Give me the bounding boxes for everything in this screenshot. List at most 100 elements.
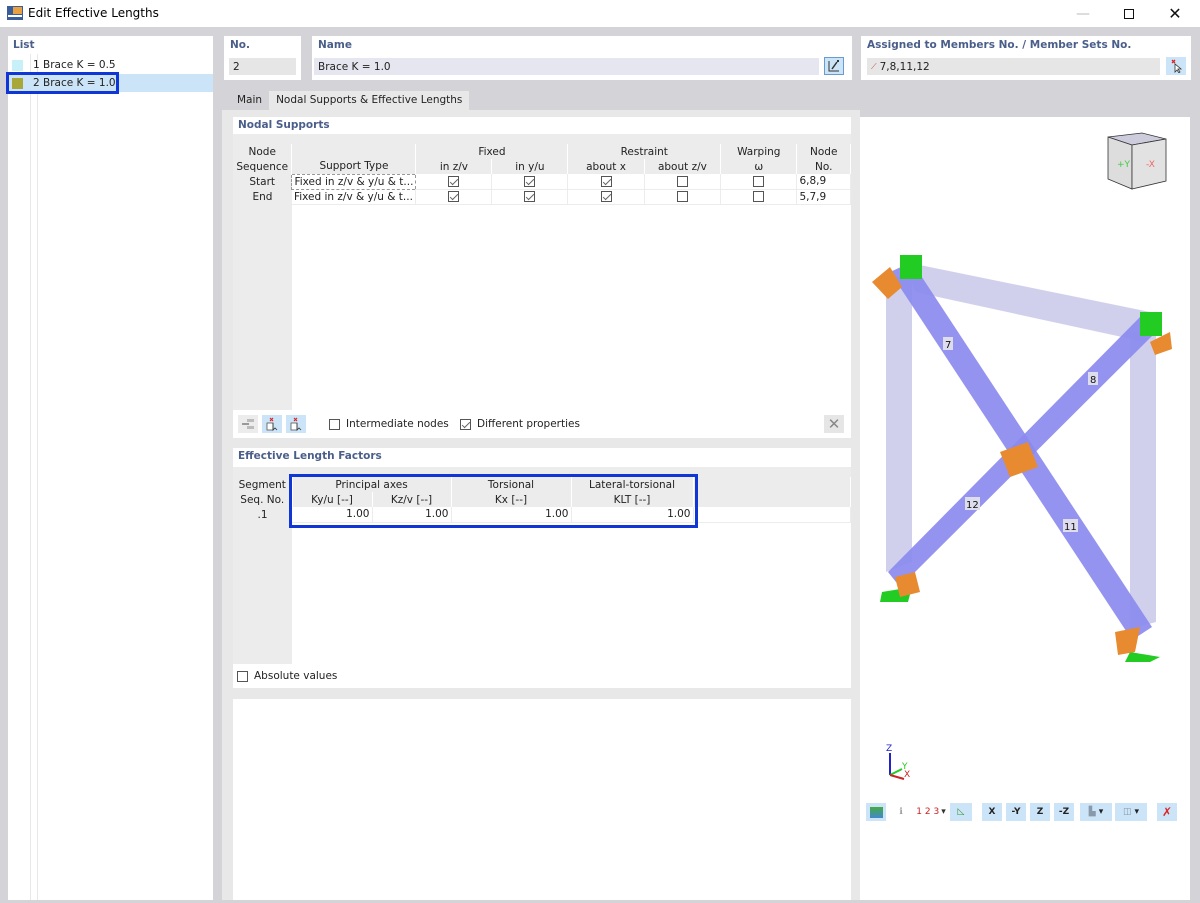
close-button[interactable]: ✕ xyxy=(1152,0,1198,27)
col-header-k-yu: Ky/u [--] xyxy=(292,492,373,507)
checkbox[interactable] xyxy=(448,191,460,202)
pick-node-button[interactable] xyxy=(262,415,282,433)
tab-bar: Main Nodal Supports & Effective Lengths xyxy=(230,91,470,110)
display-settings-button[interactable] xyxy=(866,803,886,821)
about-x-cell[interactable] xyxy=(567,174,645,190)
col-header-empty xyxy=(693,477,851,492)
different-properties-checkbox[interactable]: Different properties xyxy=(460,418,580,430)
list-item[interactable]: 2 Brace K = 1.0 xyxy=(8,74,213,92)
edit-name-button[interactable] xyxy=(824,57,844,75)
checkbox[interactable] xyxy=(524,175,536,187)
in-yu-cell[interactable] xyxy=(491,174,569,190)
checkbox[interactable] xyxy=(676,175,688,187)
list-item[interactable]: 1 Brace K = 0.5 xyxy=(8,56,213,74)
view-z-button[interactable]: Z xyxy=(1030,803,1050,821)
no-field[interactable]: 2 xyxy=(229,58,296,75)
name-field[interactable]: Brace K = 1.0 xyxy=(314,58,819,75)
support-icon xyxy=(1115,627,1140,655)
in-yu-cell[interactable] xyxy=(491,189,569,205)
maximize-icon xyxy=(1124,8,1134,19)
model-canvas[interactable]: +Y -X 7 8 11 12 Z Y X xyxy=(860,117,1190,900)
view-neg-y-button[interactable]: -Y xyxy=(1006,803,1026,821)
omega-cell[interactable] xyxy=(720,174,798,190)
support-icon xyxy=(1125,652,1160,662)
maximize-button[interactable] xyxy=(1106,0,1152,27)
wireframe-button[interactable]: ◫ ▾ xyxy=(1115,803,1147,821)
about-x-cell[interactable] xyxy=(567,189,645,205)
assigned-members-value: 7,8,11,12 xyxy=(879,60,930,73)
omega-cell[interactable] xyxy=(720,189,798,205)
comment-panel xyxy=(233,699,851,900)
col-header-k-zv: Kz/v [--] xyxy=(372,492,452,507)
col-header-node-no: No. xyxy=(796,159,851,174)
intermediate-nodes-checkbox[interactable]: Intermediate nodes xyxy=(329,418,449,430)
nodes-cell[interactable]: 5,7,9 xyxy=(796,189,851,205)
nodal-supports-table: Node Fixed Restraint Warping Node Sequen… xyxy=(233,144,851,205)
render-mode-button[interactable]: ▙ ▾ xyxy=(1080,803,1112,821)
checkbox[interactable] xyxy=(600,175,612,187)
checkbox[interactable] xyxy=(524,191,536,202)
member-label-8: 8 xyxy=(1090,375,1096,386)
col-header-empty xyxy=(291,144,417,159)
insert-row-button[interactable] xyxy=(238,415,258,433)
checkbox[interactable] xyxy=(676,191,688,202)
reset-zoom-button[interactable]: ✗ xyxy=(1157,803,1177,821)
checkbox[interactable] xyxy=(237,670,248,682)
assigned-field-group: Assigned to Members No. / Member Sets No… xyxy=(861,36,1191,80)
checkbox[interactable] xyxy=(448,175,460,187)
about-zv-cell[interactable] xyxy=(644,174,722,190)
checkbox[interactable] xyxy=(600,191,612,202)
info-button[interactable]: ℹ xyxy=(891,803,911,821)
empty-cell xyxy=(693,507,851,523)
col-header: Node xyxy=(233,144,293,159)
select-members-button[interactable] xyxy=(1166,57,1186,75)
view-neg-y-icon: -Y xyxy=(1011,807,1021,817)
display-settings-icon xyxy=(869,806,883,818)
in-zv-cell[interactable] xyxy=(415,174,493,190)
cube-label-front: +Y xyxy=(1117,160,1131,170)
numbering-icon: 1 2 3 xyxy=(916,807,940,817)
view-x-button[interactable]: X xyxy=(982,803,1002,821)
group-header-torsional: Torsional xyxy=(451,477,572,492)
minimize-button[interactable]: — xyxy=(1060,0,1106,27)
numbering-button[interactable]: 1 2 3 ▾ xyxy=(915,803,947,821)
group-header-node: Node xyxy=(796,144,851,159)
pick-node-2-button[interactable] xyxy=(286,415,306,433)
close-icon: ✕ xyxy=(1168,4,1182,23)
in-zv-cell[interactable] xyxy=(415,189,493,205)
checkbox[interactable] xyxy=(460,418,471,430)
frame-column-right xyxy=(1130,327,1156,629)
tab-main[interactable]: Main xyxy=(230,91,269,110)
delete-button[interactable]: ✕ xyxy=(824,415,844,433)
minimize-icon: — xyxy=(1076,5,1090,22)
view-cube[interactable]: +Y -X xyxy=(1107,132,1167,190)
no-label: No. xyxy=(230,39,250,51)
nodes-cell[interactable]: 6,8,9 xyxy=(796,174,851,190)
view-neg-z-icon: -Z xyxy=(1058,807,1070,817)
about-zv-cell[interactable] xyxy=(644,189,722,205)
3d-view[interactable]: +Y -X 7 8 11 12 Z Y X xyxy=(860,117,1190,900)
tab-nodal-supports[interactable]: Nodal Supports & Effective Lengths xyxy=(269,91,470,110)
view-visibility-button[interactable]: ◺ xyxy=(950,803,972,821)
col-header: Seq. No. xyxy=(233,492,293,507)
k-zv-cell[interactable]: 1.00 xyxy=(372,507,452,523)
support-type-cell[interactable]: Fixed in z/v & y/u & t... xyxy=(291,173,417,190)
header-strip xyxy=(233,134,851,144)
pick-node-icon xyxy=(266,417,278,431)
k-yu-cell[interactable]: 1.00 xyxy=(292,507,373,523)
group-header-restraint: Restraint xyxy=(567,144,722,159)
checkbox[interactable] xyxy=(753,175,765,187)
k-x-cell[interactable]: 1.00 xyxy=(451,507,572,523)
group-header-principal: Principal axes xyxy=(292,477,452,492)
assigned-members-field[interactable]: ⟋ 7,8,11,12 xyxy=(867,58,1160,75)
k-lt-cell[interactable]: 1.00 xyxy=(571,507,694,523)
frame-column-left xyxy=(886,277,912,572)
col-header-about-x: about x xyxy=(567,159,645,174)
support-icon xyxy=(1140,312,1162,336)
view-neg-z-button[interactable]: -Z xyxy=(1054,803,1074,821)
support-type-cell[interactable]: Fixed in z/v & y/u & t... xyxy=(291,189,417,205)
absolute-values-checkbox[interactable]: Absolute values xyxy=(237,670,337,682)
checkbox[interactable] xyxy=(753,191,765,202)
checkbox[interactable] xyxy=(329,418,340,430)
group-header-warping: Warping xyxy=(720,144,798,159)
